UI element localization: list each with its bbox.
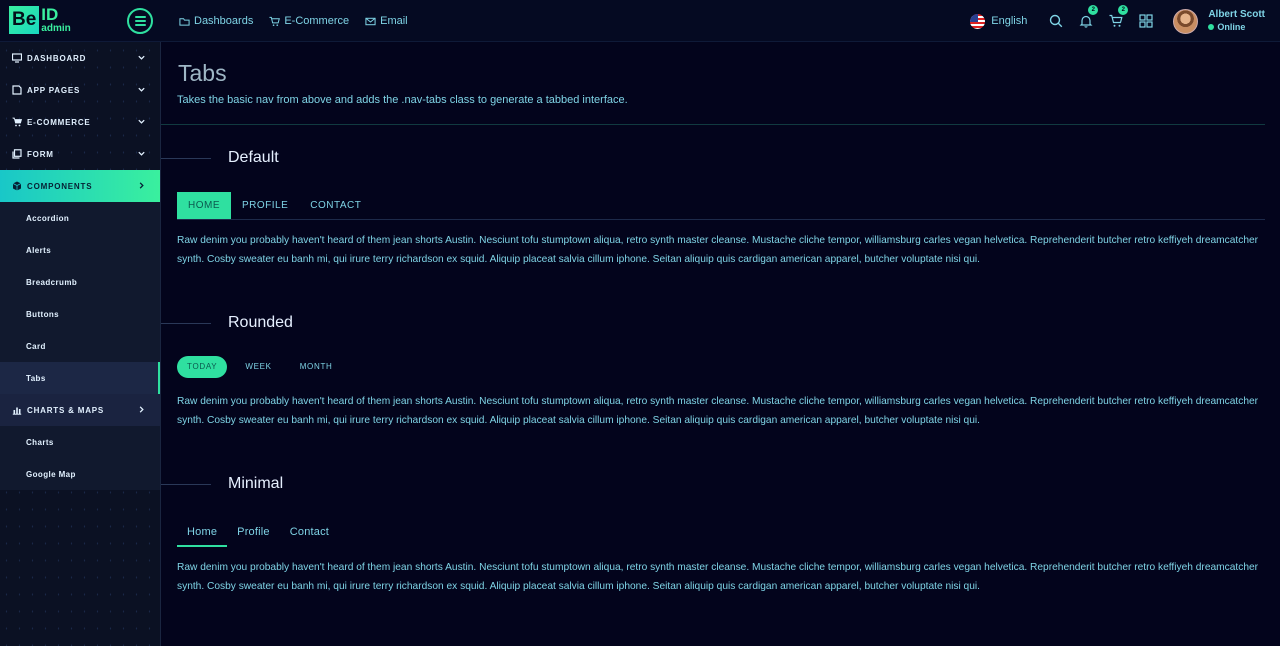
tab-month[interactable]: MONTH: [290, 356, 343, 378]
monitor-icon: [12, 53, 22, 63]
minimal-tabs: Home Profile Contact: [177, 517, 339, 547]
language-label: English: [991, 15, 1028, 27]
menu-toggle-button[interactable]: [127, 8, 153, 34]
topnav-ecommerce[interactable]: E-Commerce: [269, 15, 349, 27]
online-dot-icon: [1208, 24, 1215, 30]
user-menu[interactable]: Albert Scott Online: [1173, 8, 1265, 34]
tab-today[interactable]: TODAY: [177, 356, 228, 378]
bar-chart-icon: [12, 407, 22, 415]
search-icon: [1050, 14, 1063, 28]
topnav-email[interactable]: Email: [365, 15, 408, 27]
chevron-down-icon: [138, 87, 145, 92]
components-submenu: Accordion Alerts Breadcrumb Buttons Card…: [0, 202, 160, 394]
tab-week[interactable]: WEEK: [235, 356, 281, 378]
section-divider: [161, 158, 211, 159]
section-title: Rounded: [228, 314, 293, 331]
bell-icon: [1079, 15, 1093, 28]
cart-badge: 2: [1118, 5, 1129, 15]
tab-home[interactable]: Home: [177, 517, 228, 547]
chevron-down-icon: [138, 151, 145, 156]
tabs-divider: [177, 219, 1265, 220]
sidebar-subitem-card[interactable]: Card: [0, 330, 160, 362]
sidebar-subitem-breadcrumb[interactable]: Breadcrumb: [0, 266, 160, 298]
chevron-down-icon: [138, 119, 145, 124]
default-tabs: HOME PROFILE CONTACT: [177, 192, 372, 219]
notification-badge: 2: [1088, 5, 1099, 15]
logo-id: ID: [41, 5, 59, 24]
avatar: [1173, 8, 1199, 34]
section-divider: [161, 484, 211, 485]
folder-icon: [179, 17, 190, 26]
tab-contact[interactable]: CONTACT: [299, 192, 372, 219]
pages-icon: [12, 85, 22, 95]
tab-content-text: Raw denim you probably haven't heard of …: [177, 235, 1259, 265]
language-selector[interactable]: English: [970, 13, 1028, 29]
top-bar: Be ID admin Dashboards E-Commerce Email …: [0, 0, 1280, 42]
apps-button[interactable]: [1138, 13, 1154, 29]
tab-profile[interactable]: PROFILE: [231, 192, 299, 219]
sidebar: DASHBOARD APP PAGES E-COMMERCE FORM COMP…: [0, 42, 161, 646]
sidebar-item-charts-maps[interactable]: CHARTS & MAPS: [0, 394, 160, 426]
chevron-down-icon: [138, 55, 145, 60]
mail-icon: [365, 17, 376, 25]
tab-content-text: Raw denim you probably haven't heard of …: [177, 562, 1259, 592]
cart-icon: [12, 117, 22, 127]
sidebar-subitem-google-map[interactable]: Google Map: [0, 458, 160, 490]
logo-admin: admin: [41, 23, 71, 34]
search-button[interactable]: [1048, 13, 1064, 29]
tab-content-text: Raw denim you probably haven't heard of …: [177, 396, 1259, 426]
form-icon: [12, 149, 22, 159]
sidebar-subitem-accordion[interactable]: Accordion: [0, 202, 160, 234]
sidebar-item-ecommerce[interactable]: E-COMMERCE: [0, 106, 160, 138]
chevron-right-icon: [139, 406, 144, 413]
tab-profile[interactable]: Profile: [227, 517, 280, 547]
user-status: Online: [1208, 21, 1265, 33]
brand-logo[interactable]: Be ID admin: [9, 6, 71, 34]
page-subtitle: Takes the basic nav from above and adds …: [177, 94, 628, 106]
main-content: Tabs Takes the basic nav from above and …: [161, 42, 1280, 646]
sidebar-subitem-charts[interactable]: Charts: [0, 426, 160, 458]
topnav-dashboards[interactable]: Dashboards: [179, 15, 253, 27]
sidebar-item-dashboard[interactable]: DASHBOARD: [0, 42, 160, 74]
page-title: Tabs: [178, 60, 227, 86]
chevron-right-icon: [139, 182, 144, 189]
top-nav: Dashboards E-Commerce Email: [179, 0, 408, 42]
sidebar-item-form[interactable]: FORM: [0, 138, 160, 170]
tab-home[interactable]: HOME: [177, 192, 231, 219]
charts-submenu: Charts Google Map: [0, 426, 160, 490]
cart-button[interactable]: 2: [1108, 5, 1129, 29]
cart-icon: [269, 16, 281, 26]
sidebar-item-app-pages[interactable]: APP PAGES: [0, 74, 160, 106]
section-divider: [161, 323, 211, 324]
sidebar-item-components[interactable]: COMPONENTS: [0, 170, 160, 202]
tab-contact[interactable]: Contact: [280, 517, 339, 547]
user-name: Albert Scott: [1208, 9, 1265, 20]
header-divider: [161, 124, 1265, 125]
sidebar-subitem-tabs[interactable]: Tabs: [0, 362, 160, 394]
sidebar-subitem-alerts[interactable]: Alerts: [0, 234, 160, 266]
cube-icon: [12, 181, 22, 191]
sidebar-subitem-buttons[interactable]: Buttons: [0, 298, 160, 330]
cart-icon: [1109, 14, 1123, 27]
rounded-tabs: TODAY WEEK MONTH: [177, 356, 351, 378]
section-title: Minimal: [228, 475, 284, 492]
section-title: Default: [228, 149, 279, 166]
logo-be: Be: [9, 6, 40, 34]
grid-icon: [1139, 14, 1153, 28]
us-flag-icon: [970, 13, 986, 29]
notifications-button[interactable]: 2: [1078, 5, 1099, 29]
